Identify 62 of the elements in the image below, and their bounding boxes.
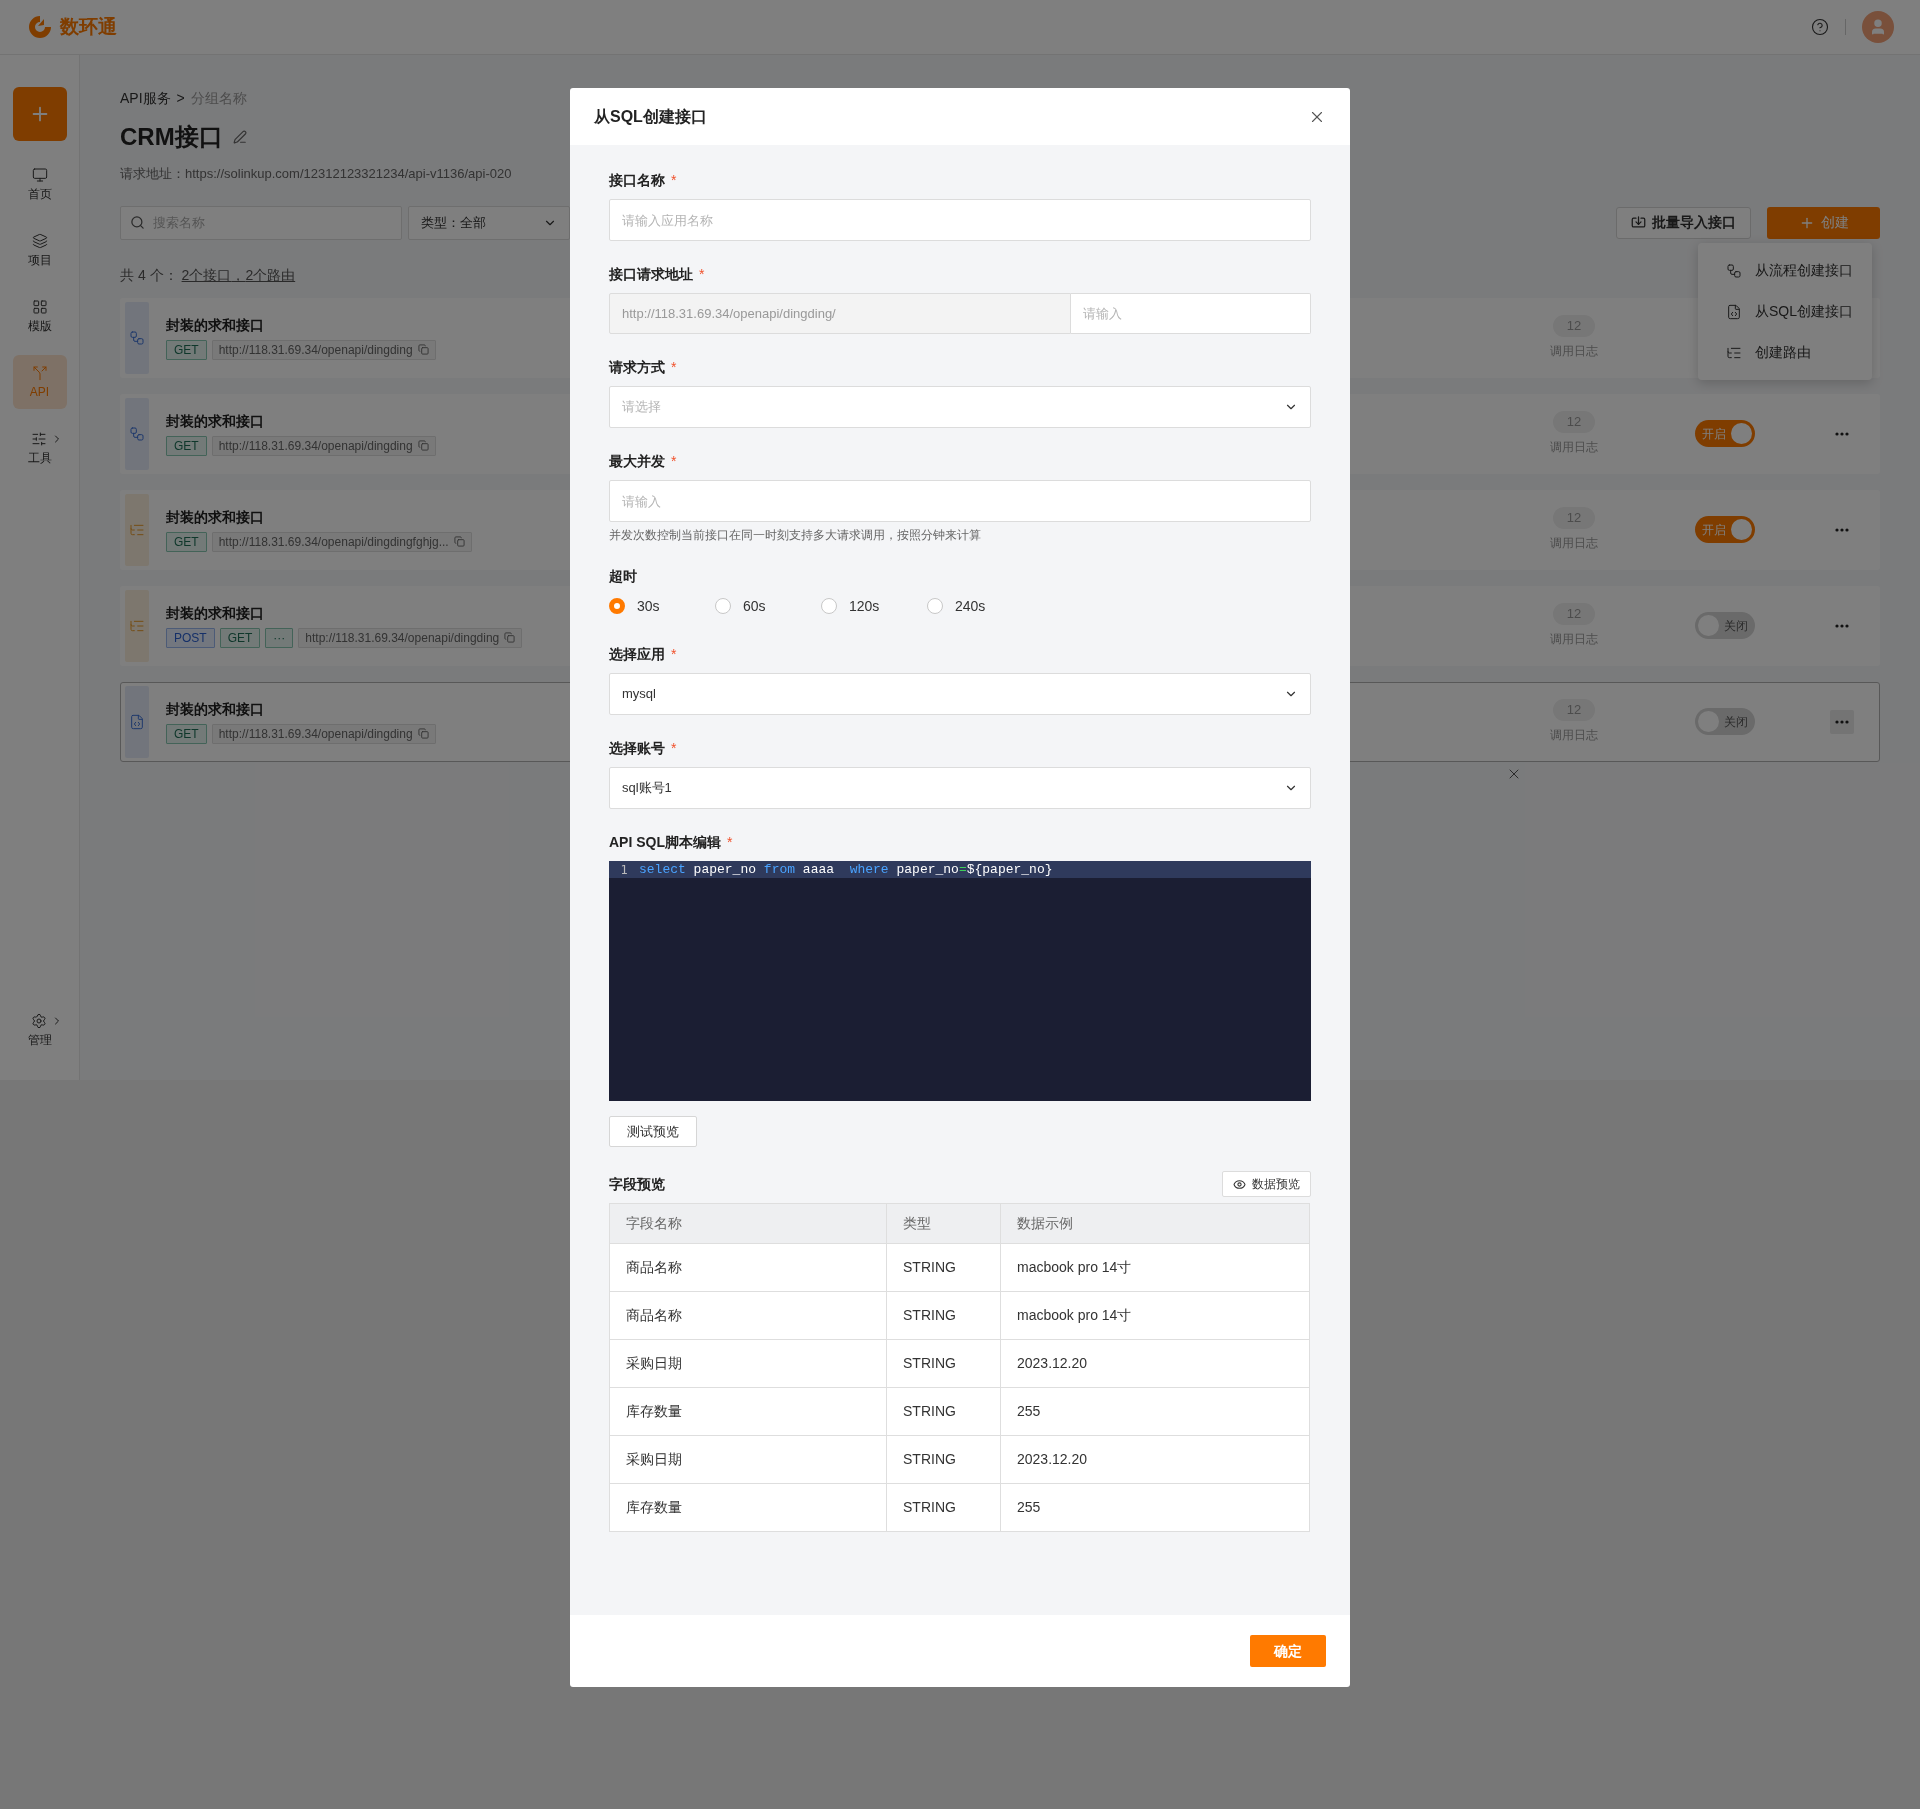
table-cell: 255 <box>1000 1483 1310 1532</box>
table-cell: 商品名称 <box>609 1243 887 1292</box>
table-cell: 2023.12.20 <box>1000 1435 1310 1484</box>
request-url: 请求地址：https://solinkup.com/12312123321234/api-v1136/api-020 <box>120 165 512 183</box>
method-tag: GET <box>166 723 207 744</box>
table-cell: STRING <box>886 1435 1001 1484</box>
logo-text: 数环通 <box>60 14 117 39</box>
radio-label: 120s <box>849 596 880 616</box>
url-tag: http://118.31.69.34/openapi/dingding <box>211 723 436 744</box>
table-cell: STRING <box>886 1339 1001 1388</box>
table-cell: 库存数量 <box>609 1483 887 1532</box>
field-label: 接口请求地址 * <box>609 264 705 284</box>
radio-label: 30s <box>637 596 660 616</box>
summary-text: 共 4 个： <box>120 266 178 285</box>
method-tag: GET <box>166 531 207 552</box>
table-cell: macbook pro 14寸 <box>1000 1243 1310 1292</box>
field-label: 请求方式 * <box>609 357 677 377</box>
line-number: 1 <box>619 861 629 879</box>
card-title: 封装的求和接口 <box>166 411 265 430</box>
table-cell: 采购日期 <box>609 1435 887 1484</box>
column-header: 字段名称 <box>609 1203 887 1244</box>
table-cell: STRING <box>886 1243 1001 1292</box>
card-title: 封装的求和接口 <box>166 507 265 526</box>
field-label: 选择应用 * <box>609 644 677 664</box>
column-header: 类型 <box>886 1203 1001 1244</box>
table-cell: STRING <box>886 1483 1001 1532</box>
field-label: 超时 <box>609 566 637 586</box>
page-title: CRM接口 <box>120 122 223 152</box>
url-tag: http://118.31.69.34/openapi/dingding <box>298 627 523 648</box>
method-tag: ··· <box>265 627 294 648</box>
table-cell: macbook pro 14寸 <box>1000 1291 1310 1340</box>
card-title: 封装的求和接口 <box>166 699 265 718</box>
table-cell: STRING <box>886 1291 1001 1340</box>
table-cell: 库存数量 <box>609 1387 887 1436</box>
table-cell: 采购日期 <box>609 1339 887 1388</box>
table-cell: 255 <box>1000 1387 1310 1436</box>
url-tag: http://118.31.69.34/openapi/dingding <box>211 339 436 360</box>
method-tag: GET <box>166 435 207 456</box>
url-prefix: http://118.31.69.34/openapi/dingding/ <box>609 293 1071 334</box>
field-label: 最大并发 * <box>609 451 677 471</box>
method-tag: GET <box>166 339 207 360</box>
field-label: 接口名称 * <box>609 170 677 190</box>
column-header: 数据示例 <box>1000 1203 1310 1244</box>
table-cell: 2023.12.20 <box>1000 1339 1310 1388</box>
help-text: 并发次数控制当前接口在同一时刻支持多大请求调用，按照分钟来计算 <box>609 527 982 543</box>
separator-text: ， <box>231 266 246 285</box>
card-title: 封装的求和接口 <box>166 315 265 334</box>
table-cell: STRING <box>886 1387 1001 1436</box>
field-label: API SQL脚本编辑 * <box>609 832 733 852</box>
table-cell: 商品名称 <box>609 1291 887 1340</box>
radio-label: 60s <box>743 596 766 616</box>
breadcrumb-separator: > <box>176 88 185 108</box>
card-title: 封装的求和接口 <box>166 603 265 622</box>
field-label: 选择账号 * <box>609 738 677 758</box>
radio-label: 240s <box>955 596 986 616</box>
method-tag: GET <box>219 627 261 648</box>
url-tag: http://118.31.69.34/openapi/dingding <box>211 435 436 456</box>
dialog-title: 从SQL创建接口 <box>594 106 707 127</box>
method-tag: POST <box>166 627 215 648</box>
code-line: select paper_no from aaaa where paper_no=${paper_no} <box>639 860 1053 879</box>
section-title: 字段预览 <box>609 1174 665 1194</box>
url-tag: http://118.31.69.34/openapi/dingdingfghjg... <box>211 531 472 552</box>
